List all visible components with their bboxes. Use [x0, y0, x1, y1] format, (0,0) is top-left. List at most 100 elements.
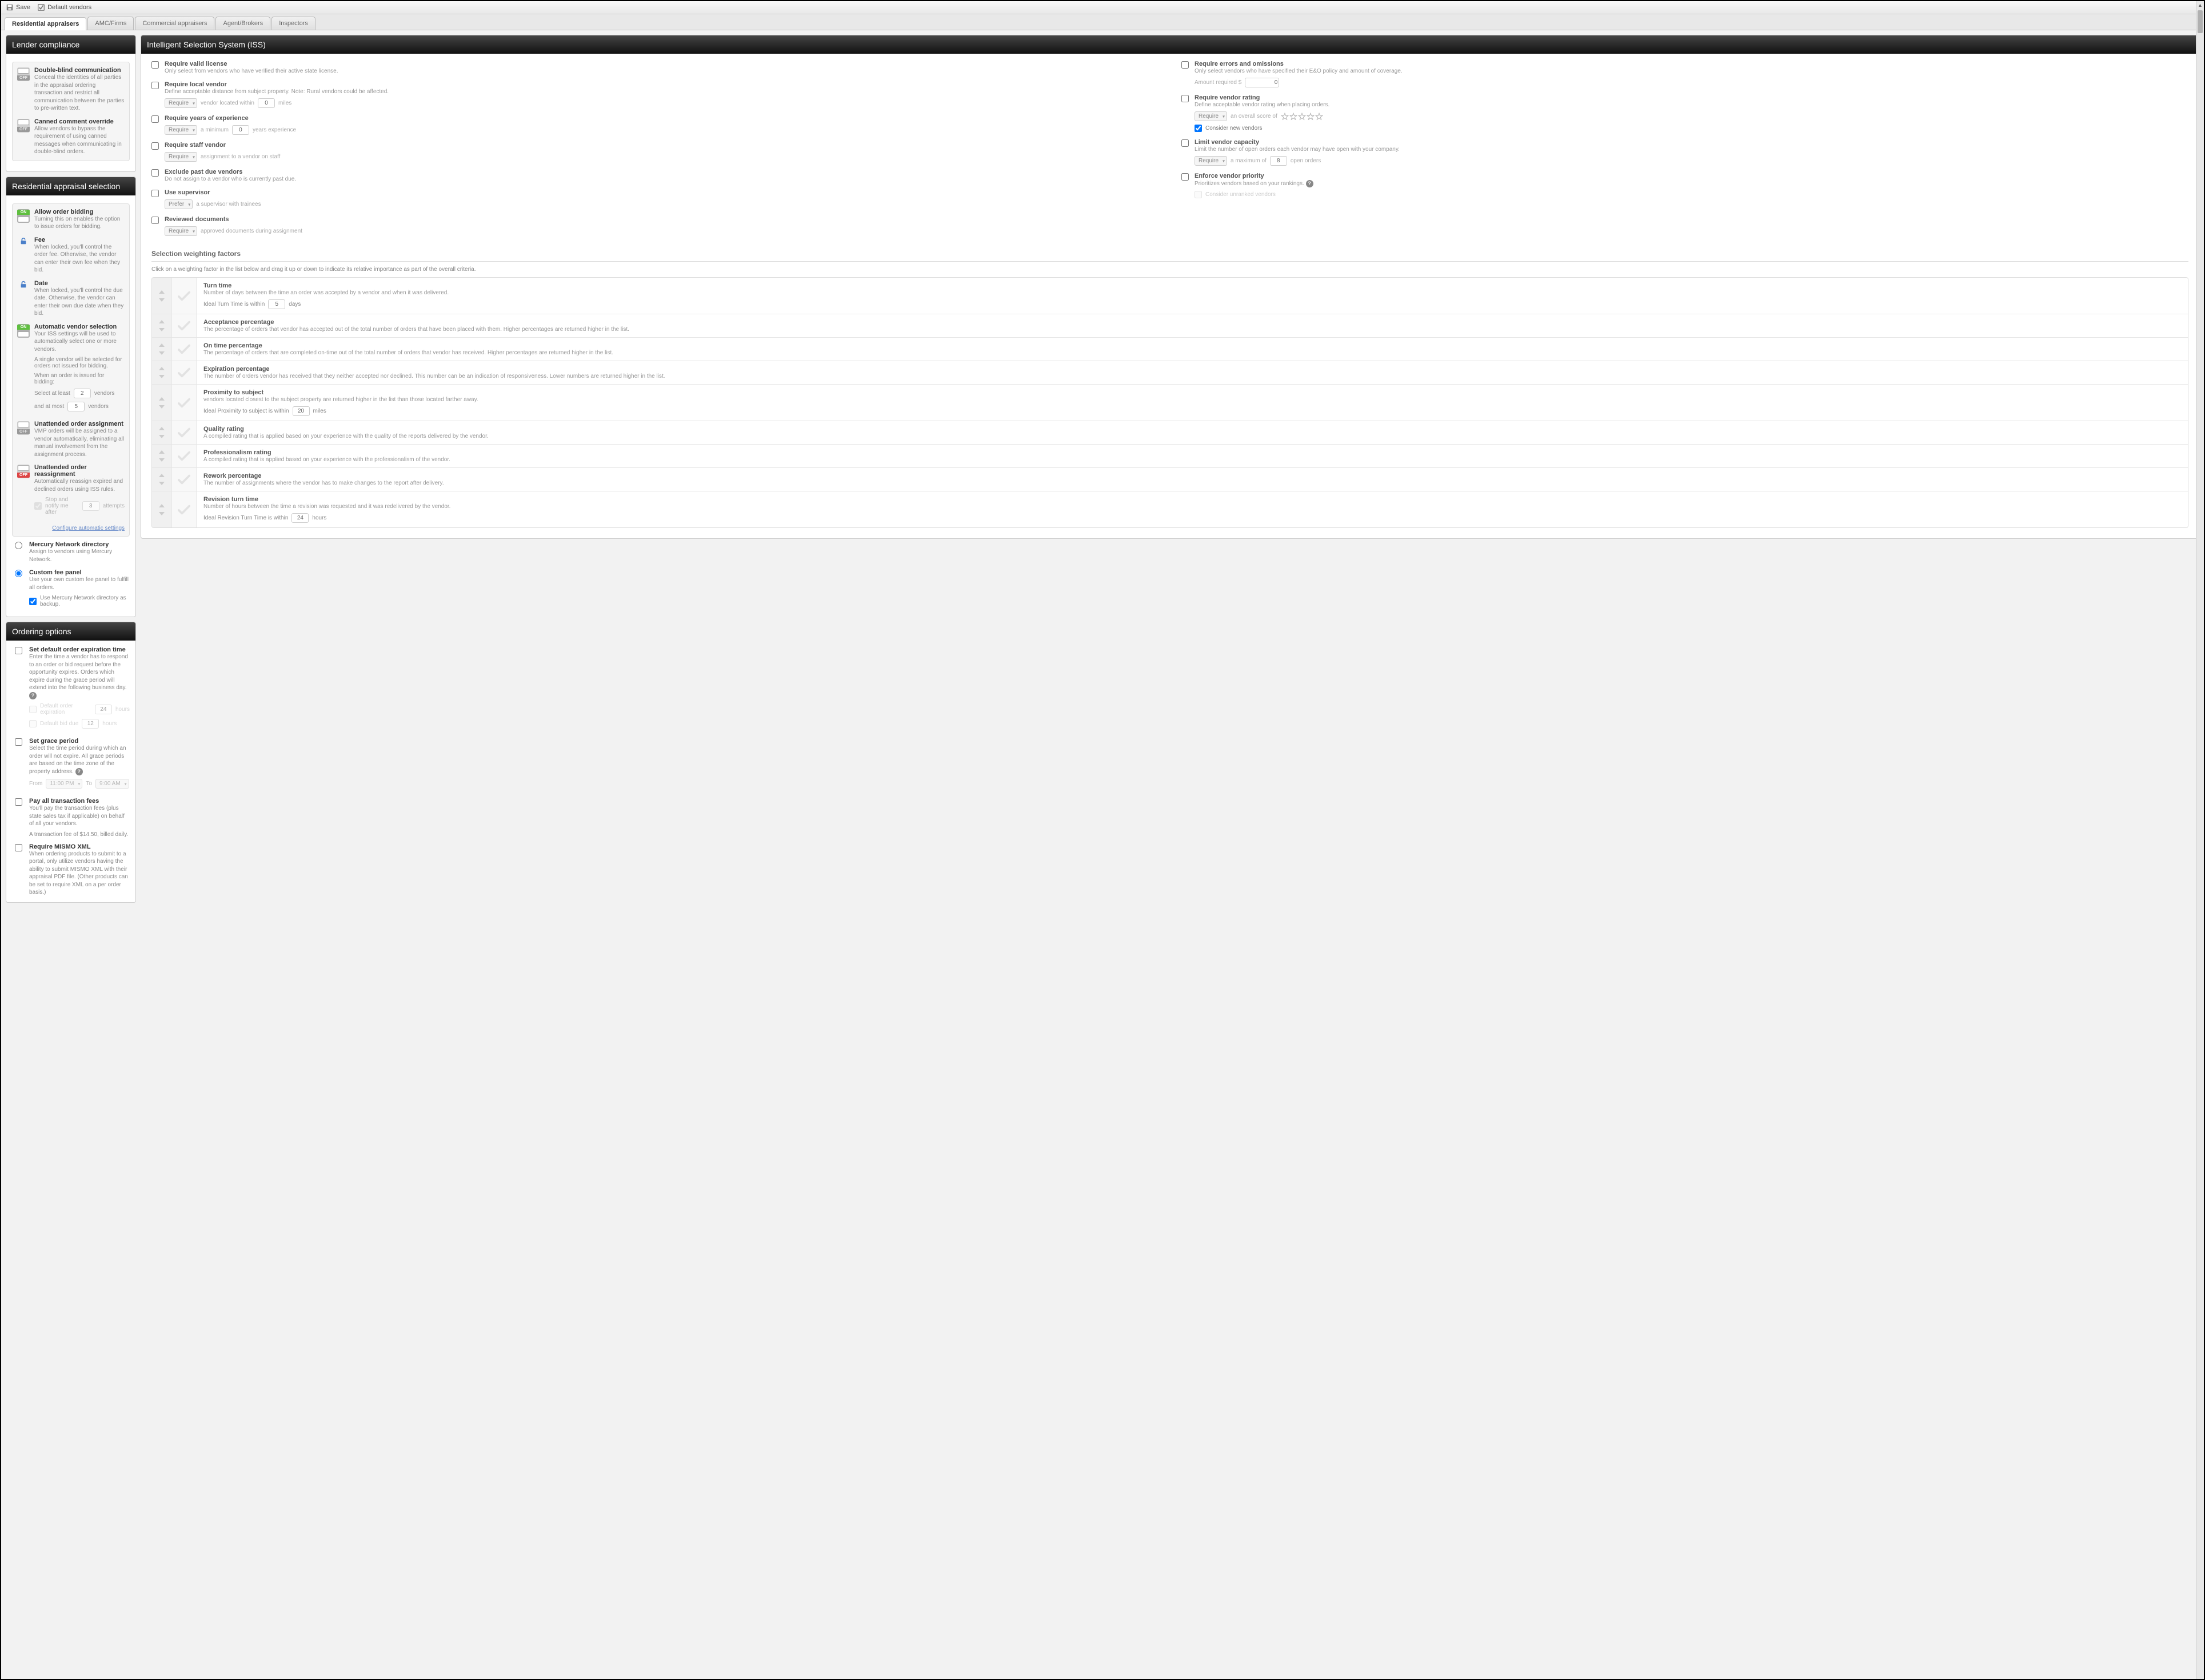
swf-extra-unit: hours — [312, 515, 326, 521]
rsv-select[interactable]: Require — [165, 152, 197, 162]
sdoe-checkbox[interactable] — [15, 647, 22, 654]
mnd-radio[interactable] — [15, 542, 22, 549]
cco-title: Canned comment override — [34, 118, 125, 125]
rvl-checkbox[interactable] — [151, 61, 159, 69]
configure-auto-link[interactable]: Configure automatic settings — [52, 525, 125, 531]
tab-agent-brokers[interactable]: Agent/Brokers — [215, 17, 270, 30]
swf-item[interactable]: Expiration percentageThe number of order… — [152, 361, 2188, 384]
evp-desc: Prioritizes vendors based on your rankin… — [1195, 181, 1304, 187]
sel-least-suf: vendors — [94, 390, 115, 397]
drag-handle-icon[interactable] — [152, 421, 171, 444]
save-button[interactable]: Save — [6, 3, 30, 11]
sdoe-help-icon[interactable]: ? — [29, 692, 37, 699]
reo-desc: Only select vendors who have specified t… — [1195, 68, 2188, 74]
star-icon[interactable] — [1315, 113, 1323, 121]
ptf-checkbox[interactable] — [15, 798, 22, 806]
star-icon[interactable] — [1298, 113, 1306, 121]
swf-extra-input[interactable] — [291, 513, 309, 523]
swf-item[interactable]: Professionalism ratingA compiled rating … — [152, 444, 2188, 467]
fee-lock-icon[interactable] — [19, 237, 27, 245]
swf-item[interactable]: Quality ratingA compiled rating that is … — [152, 421, 2188, 444]
cfp-backup-checkbox[interactable] — [29, 598, 37, 605]
swf-item[interactable]: Acceptance percentageThe percentage of o… — [152, 314, 2188, 337]
drag-handle-icon[interactable] — [152, 468, 171, 491]
dbd-label: Default bid due — [40, 721, 78, 727]
tab-residential-appraisers[interactable]: Residential appraisers — [5, 17, 86, 30]
swf-note: Click on a weighting factor in the list … — [151, 266, 2188, 273]
default-vendors-button[interactable]: Default vendors — [37, 3, 91, 11]
scrollbar-thumb[interactable] — [2198, 10, 2203, 33]
reo-amt-input[interactable] — [1245, 78, 1279, 87]
star-icon[interactable] — [1307, 113, 1315, 121]
sgp-title: Set grace period — [29, 738, 130, 745]
drag-handle-icon[interactable] — [152, 314, 171, 337]
swf-item[interactable]: Proximity to subjectvendors located clos… — [152, 384, 2188, 421]
tab-amc-firms[interactable]: AMC/Firms — [87, 17, 134, 30]
us-select[interactable]: Prefer — [165, 199, 193, 209]
evp-help-icon[interactable]: ? — [1306, 180, 1313, 187]
rlv-select[interactable]: Require — [165, 98, 197, 108]
evp-checkbox[interactable] — [1181, 173, 1189, 181]
sel-least-input[interactable] — [74, 389, 91, 398]
cfp-radio[interactable] — [15, 570, 22, 577]
rvr-checkbox[interactable] — [1181, 95, 1189, 102]
swf-extra-input[interactable] — [268, 299, 285, 309]
swf-item[interactable]: On time percentageThe percentage of orde… — [152, 337, 2188, 361]
swf-item[interactable]: Revision turn timeNumber of hours betwee… — [152, 491, 2188, 527]
rye-select[interactable]: Require — [165, 125, 197, 135]
ptf-title: Pay all transaction fees — [29, 798, 130, 805]
swf-item-title: Acceptance percentage — [203, 319, 2181, 326]
rsv-checkbox[interactable] — [151, 142, 159, 150]
sgp-from-select[interactable]: 11:00 PM — [46, 779, 82, 789]
lvc-select[interactable]: Require — [1195, 156, 1227, 166]
avs-toggle[interactable]: ON — [17, 324, 30, 338]
rlv-checkbox[interactable] — [151, 82, 159, 89]
drag-handle-icon[interactable] — [152, 278, 171, 314]
lvc-input[interactable] — [1270, 156, 1287, 166]
lvc-mid: a maximum of — [1231, 158, 1267, 164]
rlv-input[interactable] — [258, 98, 275, 108]
swf-extra-input[interactable] — [293, 406, 310, 416]
rvr-cnv-checkbox[interactable] — [1195, 125, 1202, 132]
lvc-checkbox[interactable] — [1181, 139, 1189, 147]
rd-checkbox[interactable] — [151, 217, 159, 224]
rye-checkbox[interactable] — [151, 115, 159, 123]
tab-commercial-appraisers[interactable]: Commercial appraisers — [135, 17, 214, 30]
sgp-to-select[interactable]: 9:00 AM — [95, 779, 129, 789]
us-title: Use supervisor — [165, 189, 1159, 196]
scroll-up-icon[interactable]: ▲ — [2196, 1, 2204, 9]
tab-inspectors[interactable]: Inspectors — [271, 17, 315, 30]
us-checkbox[interactable] — [151, 190, 159, 197]
sel-most-input[interactable] — [67, 402, 85, 411]
rvr-stars[interactable] — [1281, 113, 1323, 121]
rye-input[interactable] — [232, 125, 249, 135]
rvr-select[interactable]: Require — [1195, 111, 1227, 121]
swf-item[interactable]: Rework percentageThe number of assignmen… — [152, 467, 2188, 491]
swf-item[interactable]: Turn timeNumber of days between the time… — [152, 278, 2188, 314]
rd-title: Reviewed documents — [165, 216, 1159, 223]
star-icon[interactable] — [1289, 113, 1297, 121]
allow-bid-toggle[interactable]: ON — [17, 209, 30, 223]
reo-checkbox[interactable] — [1181, 61, 1189, 69]
star-icon[interactable] — [1281, 113, 1289, 121]
rmx-checkbox[interactable] — [15, 844, 22, 851]
fee-title: Fee — [34, 237, 125, 243]
uoa-toggle[interactable]: OFF — [17, 421, 30, 435]
fee-desc: When locked, you'll control the order fe… — [34, 243, 125, 274]
sgp-checkbox[interactable] — [15, 738, 22, 746]
evp-cuv-label: Consider unranked vendors — [1205, 191, 1276, 198]
drag-handle-icon[interactable] — [152, 445, 171, 467]
uor-toggle[interactable]: OFF — [17, 465, 30, 478]
drag-handle-icon[interactable] — [152, 361, 171, 384]
scrollbar[interactable]: ▲ — [2196, 1, 2204, 1679]
date-lock-icon[interactable] — [19, 281, 27, 289]
drag-handle-icon[interactable] — [152, 491, 171, 527]
drag-handle-icon[interactable] — [152, 385, 171, 421]
dbc-toggle[interactable]: OFF — [17, 67, 30, 81]
check-icon — [171, 361, 197, 384]
rd-select[interactable]: Require — [165, 226, 197, 236]
epd-checkbox[interactable] — [151, 169, 159, 177]
sgp-help-icon[interactable]: ? — [75, 768, 83, 775]
drag-handle-icon[interactable] — [152, 338, 171, 361]
cco-toggle[interactable]: OFF — [17, 119, 30, 133]
